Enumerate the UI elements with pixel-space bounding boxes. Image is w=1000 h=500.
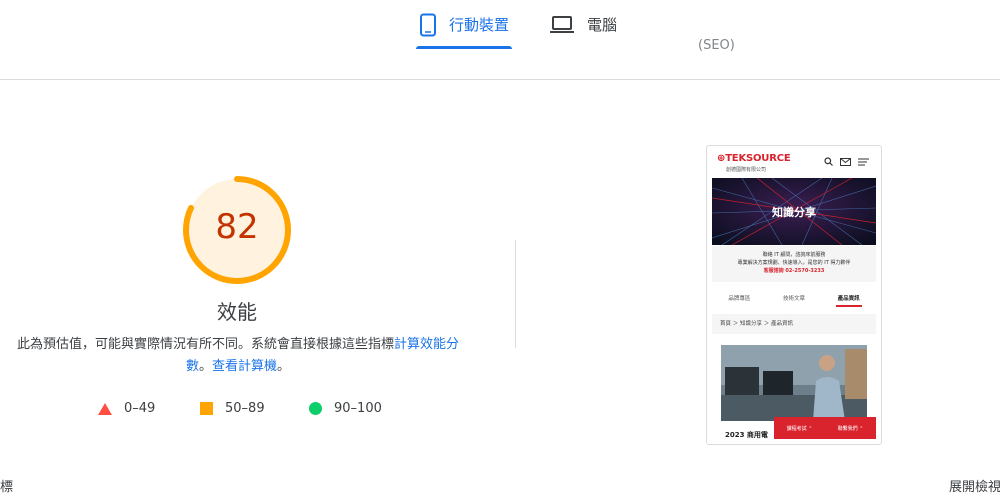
preview-header-icons xyxy=(824,157,869,166)
legend-range: 90–100 xyxy=(334,401,382,416)
description-end: 。 xyxy=(277,359,291,374)
preview-tab-product: 產品資訊 xyxy=(835,294,862,312)
mail-icon xyxy=(840,157,851,166)
partial-left-label: 標 xyxy=(0,480,14,495)
preview-article-title: 2023 商用電 xyxy=(725,431,768,439)
legend-item-fail: 0–49 xyxy=(98,401,155,416)
preview-hero-banner: 知識分享 xyxy=(712,178,876,245)
search-icon xyxy=(824,157,833,166)
promo-line-2: 專業解決方案規劃、快速導入，是您的 IT 得力夥伴 xyxy=(737,260,851,266)
preview-hero-title: 知識分享 xyxy=(772,206,816,219)
tab-mobile[interactable]: 行動裝置 xyxy=(416,0,512,49)
preview-breadcrumb: 首頁 ＞ 知識分享 ＞ 產品資訊 xyxy=(712,314,876,334)
page-screenshot-preview[interactable]: ⊕TEKSOURCE 創德國際有限公司 知識分享 聯絡 IT 顧問，諮詢床前服務… xyxy=(706,145,882,445)
view-calculator-link[interactable]: 查看計算機 xyxy=(212,359,277,374)
menu-icon xyxy=(858,158,869,165)
triangle-icon xyxy=(98,402,112,415)
preview-btn-course: 課程考試 ⌃ xyxy=(786,425,813,432)
preview-header: ⊕TEKSOURCE 創德國際有限公司 xyxy=(707,146,881,178)
preview-floating-buttons: 課程考試 ⌃ 聯繫我們 ⌃ xyxy=(774,417,876,439)
device-tab-bar: 行動裝置 電腦 (SEO) xyxy=(0,0,1000,80)
office-photo xyxy=(721,345,867,421)
promo-phone: 客服諮詢 02-2570-3233 xyxy=(763,268,825,274)
tab-desktop-label: 電腦 xyxy=(587,16,618,34)
square-icon xyxy=(200,402,213,415)
preview-tab-brand: 品牌專區 xyxy=(728,296,751,302)
preview-logo-subtitle: 創德國際有限公司 xyxy=(726,167,767,173)
performance-title: 效能 xyxy=(217,300,257,324)
preview-promo-block: 聯絡 IT 顧問，諮詢床前服務 專業解決方案規劃、快速導入，是您的 IT 得力夥… xyxy=(712,246,876,282)
promo-line-1: 聯絡 IT 顧問，諮詢床前服務 xyxy=(762,252,826,258)
tab-desktop[interactable]: 電腦 xyxy=(549,0,617,49)
preview-btn-contact: 聯繫我們 ⌃ xyxy=(837,425,864,432)
laptop-icon xyxy=(550,15,574,33)
preview-article-photo xyxy=(721,345,867,421)
preview-tab-tech: 技術文章 xyxy=(782,296,805,302)
preview-category-tabs: 品牌專區 技術文章 產品資訊 xyxy=(712,294,876,312)
expand-view-link[interactable]: 展開檢視 xyxy=(949,476,1000,495)
preview-logo: ⊕TEKSOURCE xyxy=(717,153,791,164)
circle-icon xyxy=(309,402,322,415)
description-separator: 。 xyxy=(198,359,212,374)
legend-item-average: 50–89 xyxy=(200,401,265,416)
partial-category-label: (SEO) xyxy=(698,38,735,53)
description-text: 此為預估值，可能與實際情況有所不同。系統會直接根據這些指標 xyxy=(16,337,394,352)
score-description: 此為預估值，可能與實際情況有所不同。系統會直接根據這些指標計算效能分數。查看計算… xyxy=(10,334,466,378)
tab-mobile-label: 行動裝置 xyxy=(448,16,509,34)
smartphone-icon xyxy=(419,13,436,36)
legend-range: 50–89 xyxy=(225,401,265,416)
legend-item-pass: 90–100 xyxy=(309,401,382,416)
legend-range: 0–49 xyxy=(124,401,156,416)
section-divider xyxy=(515,240,516,348)
performance-score: 82 xyxy=(215,207,259,247)
